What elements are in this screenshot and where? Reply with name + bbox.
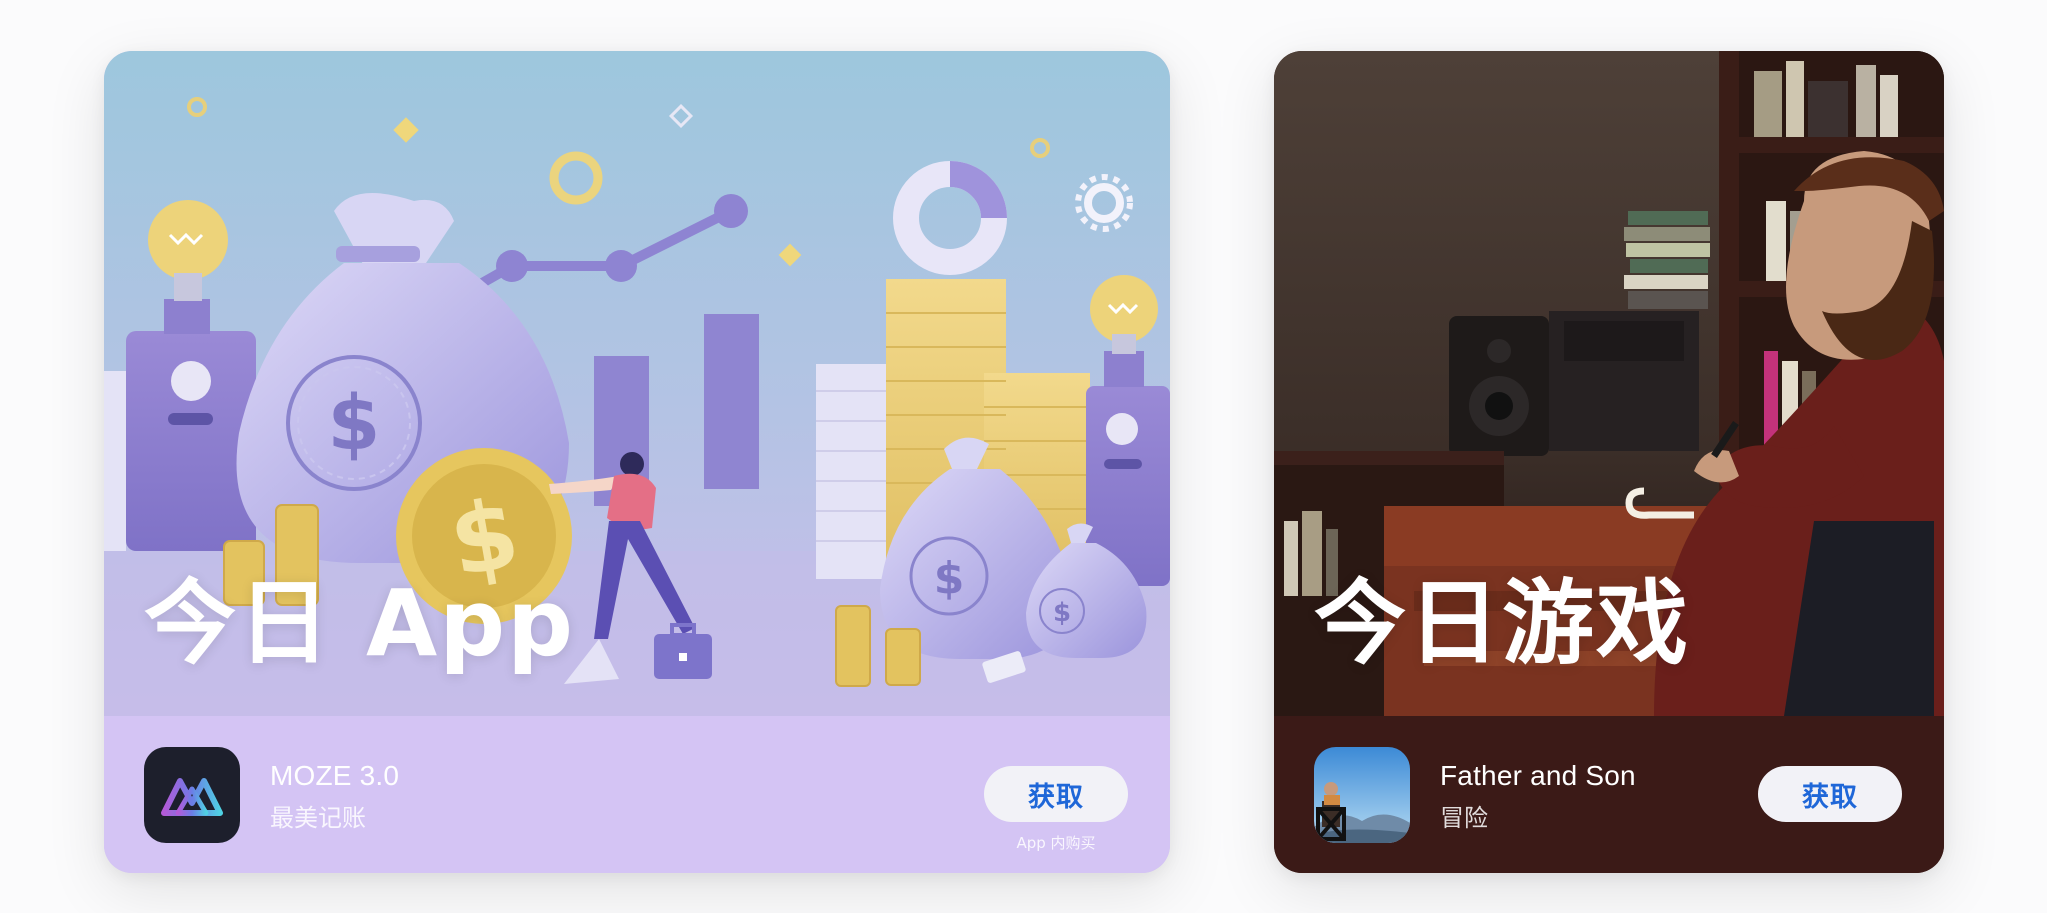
today-game-hero-illustration: 今日游戏 xyxy=(1274,51,1944,716)
featured-app-row[interactable]: MOZE 3.0 最美记账 获取 App 内购买 xyxy=(104,716,1170,873)
today-app-card[interactable]: $ $ $ $ 今日 App MOZE 3.0 最美记账 获取 App 内购买 xyxy=(104,51,1170,873)
get-button[interactable]: 获取 xyxy=(984,766,1128,822)
app-name: Father and Son xyxy=(1440,760,1636,791)
svg-text:$: $ xyxy=(934,553,965,604)
today-app-hero-illustration: $ $ $ $ 今日 App xyxy=(104,51,1170,716)
father-and-son-icon[interactable] xyxy=(1314,747,1410,843)
featured-game-row[interactable]: Father and Son 冒险 获取 xyxy=(1274,716,1944,873)
app-name: MOZE 3.0 xyxy=(270,760,400,791)
get-button[interactable]: 获取 xyxy=(1758,766,1902,822)
svg-text:$: $ xyxy=(1053,598,1071,628)
hero-title: 今日游戏 xyxy=(1314,570,1691,677)
moze-logo-icon[interactable] xyxy=(144,747,240,843)
today-game-card[interactable]: 今日游戏 Father and Son 冒险 获取 xyxy=(1274,51,1944,873)
hero-title: 今日 App xyxy=(144,570,575,677)
app-subtitle: 最美记账 xyxy=(270,804,366,832)
in-app-purchase-note: App 内购买 xyxy=(1016,834,1096,852)
svg-text:$: $ xyxy=(328,378,381,467)
app-subtitle: 冒险 xyxy=(1440,804,1488,832)
